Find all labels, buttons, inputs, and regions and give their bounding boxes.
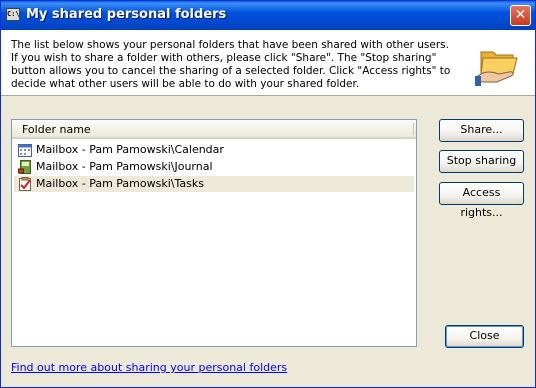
close-button[interactable]: Close [445,325,524,348]
tasks-icon [19,177,31,191]
learn-more-link[interactable]: Find out more about sharing your persona… [11,361,287,374]
close-window-button[interactable]: ✕ [510,5,531,26]
info-text: The list below shows your personal folde… [11,39,451,90]
share-button[interactable]: Share... [439,119,524,142]
list-item-label: Mailbox - Pam Pamowski\Journal [36,160,213,173]
info-panel: The list below shows your personal folde… [1,30,535,96]
list-header[interactable]: Folder name [12,120,416,139]
shared-folder-icon [475,51,518,86]
window-title: My shared personal folders [26,7,227,22]
dialog-window: C:\ My shared personal folders ✕ The lis… [0,0,536,388]
list-item[interactable]: Mailbox - Pam Pamowski\Journal [14,159,414,175]
list-item-selected[interactable]: Mailbox - Pam Pamowski\Tasks [14,176,414,192]
journal-icon [18,160,31,174]
stop-sharing-button[interactable]: Stop sharing [439,150,524,173]
title-bar[interactable]: C:\ My shared personal folders ✕ [1,1,535,30]
calendar-icon [18,144,32,157]
access-rights-button[interactable]: Access rights... [439,182,524,219]
column-header-folder-name[interactable]: Folder name [22,123,91,136]
list-item-label: Mailbox - Pam Pamowski\Calendar [36,143,224,156]
column-separator[interactable] [413,123,414,135]
list-item[interactable]: Mailbox - Pam Pamowski\Calendar [14,142,414,158]
shared-folders-list[interactable]: Folder name Mailbox - Pam Pamowski\Calen… [11,119,417,347]
app-icon: C:\ [6,8,20,21]
list-item-label: Mailbox - Pam Pamowski\Tasks [36,177,204,190]
